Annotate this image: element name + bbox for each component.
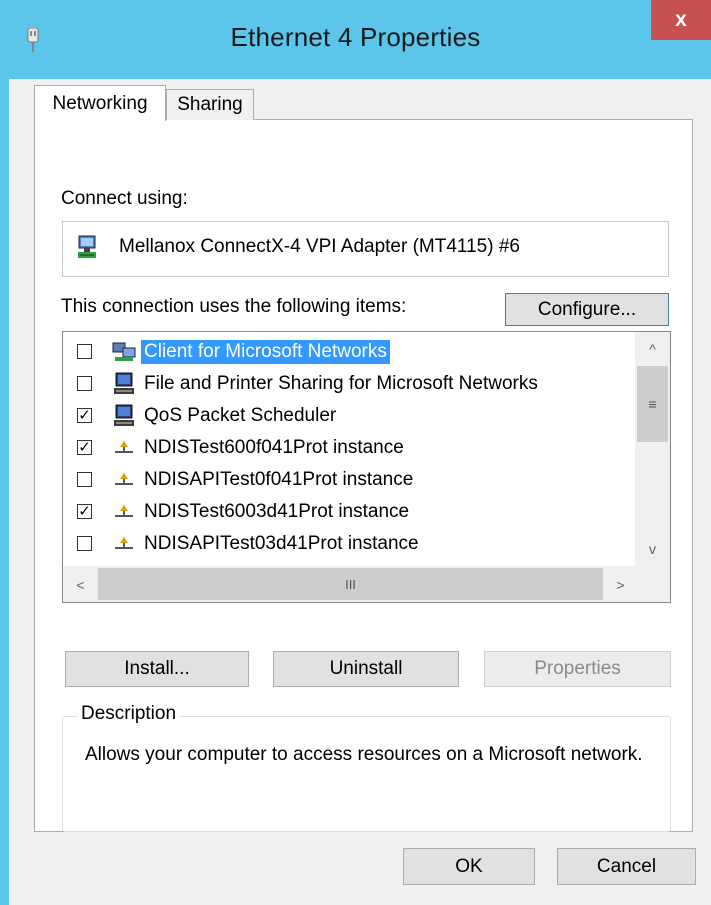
checkbox[interactable]: ✓ (77, 440, 92, 455)
window-title: Ethernet 4 Properties (230, 22, 481, 52)
checkbox[interactable] (77, 376, 92, 391)
description-group: Description Allows your computer to acce… (62, 703, 671, 832)
scroll-left-icon[interactable]: < (63, 568, 98, 601)
vertical-scrollbar[interactable]: ^ ≡ v (635, 332, 670, 566)
protocol-icon (115, 441, 133, 453)
list-item[interactable]: ✓ QoS Packet Scheduler (63, 400, 633, 432)
tab-sharing[interactable]: Sharing (166, 89, 254, 120)
description-legend: Description (77, 703, 181, 725)
adapter-name: Mellanox ConnectX-4 VPI Adapter (MT4115)… (119, 236, 520, 257)
item-label: NDISTest600f041Prot instance (144, 437, 404, 458)
item-label: NDISTest6003d41Prot instance (144, 501, 410, 522)
title-bar: Ethernet 4 Properties x (0, 0, 711, 80)
horizontal-scrollbar[interactable]: < III > (63, 566, 670, 602)
list-item[interactable]: ✓ NDISTest600f041Prot instance (63, 432, 633, 464)
network-adapter-icon (78, 235, 96, 258)
checkbox[interactable] (77, 472, 92, 487)
service-computer-icon (114, 404, 134, 426)
vertical-scroll-thumb[interactable]: ≡ (637, 366, 668, 442)
protocol-icon (115, 473, 133, 485)
tab-networking[interactable]: Networking (34, 85, 166, 121)
items-label: This connection uses the following items… (61, 296, 407, 317)
checkbox[interactable] (77, 344, 92, 359)
client-network-icon (112, 342, 136, 361)
adapter-box: Mellanox ConnectX-4 VPI Adapter (MT4115)… (62, 221, 669, 277)
scroll-right-icon[interactable]: > (603, 568, 638, 601)
service-computer-icon (114, 372, 134, 394)
item-label: File and Printer Sharing for Microsoft N… (144, 373, 538, 394)
close-button[interactable]: x (651, 0, 711, 40)
item-label: Client for Microsoft Networks (141, 340, 390, 364)
cancel-button[interactable]: Cancel (557, 848, 696, 885)
protocol-icon (115, 537, 133, 549)
list-item[interactable]: File and Printer Sharing for Microsoft N… (63, 368, 633, 400)
horizontal-scroll-thumb[interactable]: III (98, 568, 603, 600)
description-text: Allows your computer to access resources… (85, 744, 643, 765)
install-button[interactable]: Install... (65, 651, 249, 687)
configure-button[interactable]: Configure... (505, 293, 669, 326)
ok-button[interactable]: OK (403, 848, 535, 885)
uninstall-button[interactable]: Uninstall (273, 651, 459, 687)
connect-using-label: Connect using: (61, 188, 188, 209)
properties-button: Properties (484, 651, 671, 687)
list-item[interactable]: NDISAPITest0f041Prot instance (63, 464, 633, 496)
networking-panel: Connect using: Mellanox ConnectX-4 VPI A… (34, 119, 693, 832)
list-item[interactable]: NDISAPITest03d41Prot instance (63, 528, 633, 560)
items-list[interactable]: Client for Microsoft Networks File and P… (62, 331, 671, 603)
item-label: NDISAPITest0f041Prot instance (144, 469, 414, 490)
item-label: NDISAPITest03d41Prot instance (144, 533, 419, 554)
dialog-body: Networking Sharing Connect using: Mellan… (9, 79, 711, 905)
scroll-up-icon[interactable]: ^ (635, 332, 670, 365)
checkbox[interactable]: ✓ (77, 504, 92, 519)
item-label: QoS Packet Scheduler (144, 405, 337, 426)
list-item[interactable]: Client for Microsoft Networks (63, 336, 633, 368)
scroll-down-icon[interactable]: v (635, 532, 670, 565)
checkbox[interactable] (77, 536, 92, 551)
list-item[interactable]: ✓ NDISTest6003d41Prot instance (63, 496, 633, 528)
protocol-icon (115, 505, 133, 517)
checkbox[interactable]: ✓ (77, 408, 92, 423)
